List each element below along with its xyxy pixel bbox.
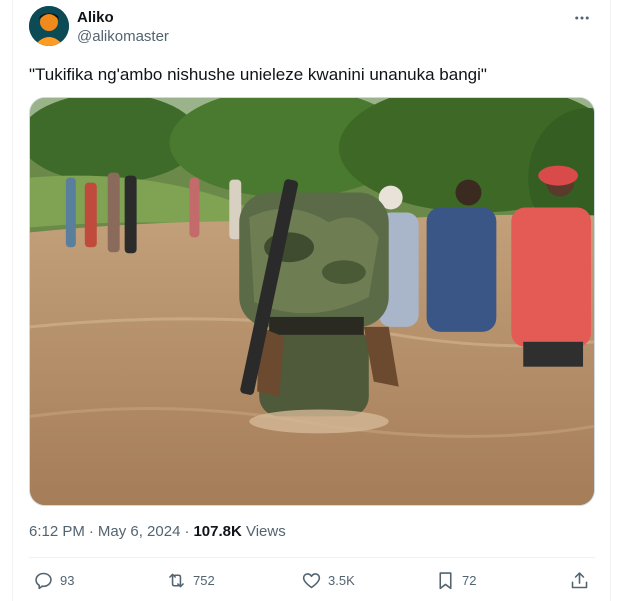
tweet-meta: 6:12 PM · May 6, 2024 · 107.8K Views bbox=[29, 523, 286, 541]
avatar[interactable] bbox=[29, 6, 69, 46]
avatar-image bbox=[29, 6, 69, 46]
reply-count: 93 bbox=[60, 573, 75, 588]
divider bbox=[29, 557, 595, 558]
separator-dot: · bbox=[88, 523, 94, 540]
action-bar: 93 752 3.5K 72 bbox=[29, 566, 595, 598]
column-border-right bbox=[610, 0, 611, 601]
reply-icon bbox=[35, 572, 52, 590]
repost-button[interactable]: 752 bbox=[166, 570, 215, 591]
author-handle[interactable]: @alikomaster bbox=[77, 28, 169, 46]
views-label: Views bbox=[245, 523, 286, 540]
views-count: 107.8K bbox=[193, 523, 242, 540]
like-count: 3.5K bbox=[328, 573, 355, 588]
bookmark-button[interactable]: 72 bbox=[435, 570, 476, 591]
author-name[interactable]: Aliko bbox=[77, 9, 114, 27]
more-horizontal-icon bbox=[575, 16, 589, 20]
more-options-button[interactable] bbox=[571, 8, 593, 28]
repost-count: 752 bbox=[193, 573, 215, 588]
repost-icon bbox=[169, 573, 184, 588]
separator-dot: · bbox=[184, 523, 190, 540]
tweet-text: "Tukifika ng'ambo nishushe unieleze kwan… bbox=[29, 65, 487, 84]
like-button[interactable]: 3.5K bbox=[301, 570, 355, 591]
tweet-card: Aliko @alikomaster "Tukifika ng'ambo nis… bbox=[0, 0, 623, 601]
column-border-left bbox=[12, 0, 13, 601]
share-icon bbox=[571, 572, 588, 589]
bookmark-icon bbox=[439, 572, 452, 590]
tweet-photo[interactable] bbox=[29, 97, 595, 506]
tweet-time[interactable]: 6:12 PM bbox=[29, 523, 85, 540]
tweet-date[interactable]: May 6, 2024 bbox=[98, 523, 181, 540]
photo-image bbox=[30, 98, 594, 505]
share-button[interactable] bbox=[569, 570, 590, 591]
reply-button[interactable]: 93 bbox=[33, 570, 74, 591]
heart-icon bbox=[302, 573, 321, 589]
bookmark-count: 72 bbox=[462, 573, 477, 588]
